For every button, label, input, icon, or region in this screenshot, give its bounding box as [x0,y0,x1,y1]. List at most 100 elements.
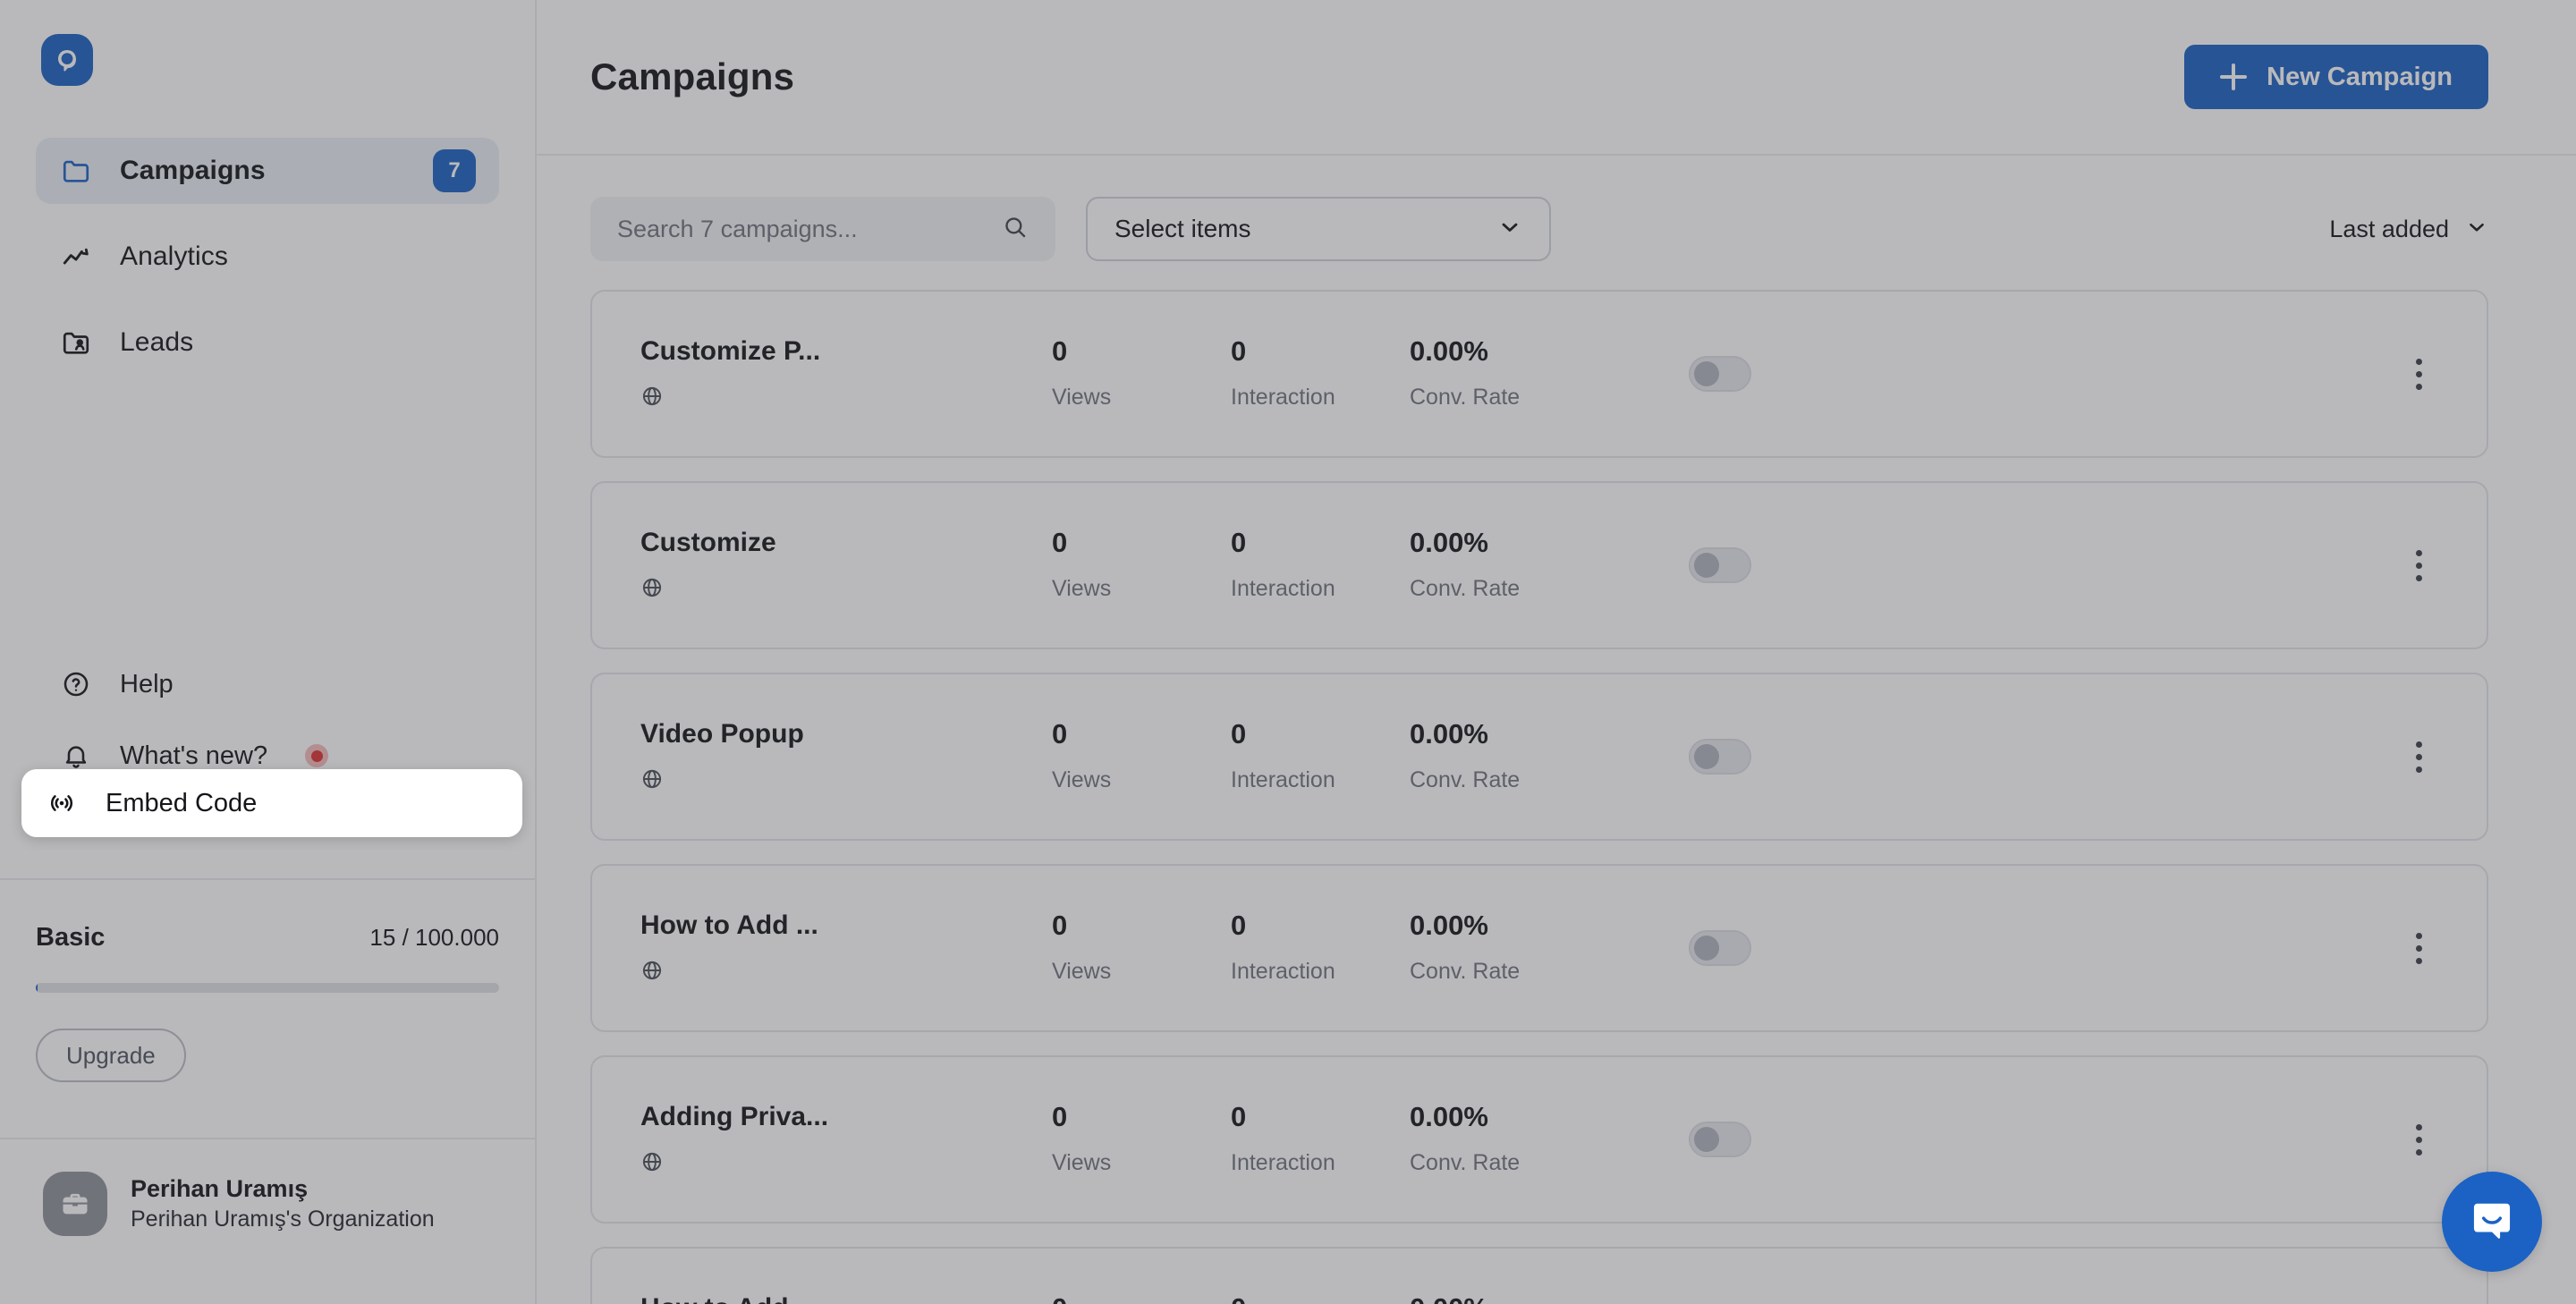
folder-icon [59,154,93,188]
question-circle-icon [59,667,93,701]
stat-conv-rate: 0.00% Conv. Rate [1410,720,1642,793]
sort-label: Last added [2329,215,2449,242]
stat-views: 0Views [1052,529,1231,602]
list-toolbar: Select items Last added [537,156,2576,261]
campaigns-count-badge: 7 [433,149,476,192]
interaction-value: 0 [1231,527,1247,559]
campaign-name-column: How to Add [640,1293,1052,1304]
campaign-status-toggle[interactable] [1689,356,1751,392]
popupsmart-logo-icon [41,34,93,86]
stat-interaction: 0Interaction [1231,720,1410,793]
views-value: 0 [1052,527,1068,559]
kebab-menu-icon[interactable] [2397,352,2440,395]
campaign-row[interactable]: Customize 0 Views 0 Interaction 0.00% Conv. Ra… [590,481,2488,649]
new-campaign-label: New Campaign [2267,62,2453,91]
sidebar-item-help[interactable]: Help [36,653,499,716]
sidebar-item-leads[interactable]: Leads [36,309,499,376]
stat-conv-rate: 0.00% Conv. Rate [1410,1103,1642,1176]
kebab-menu-icon[interactable] [2397,1118,2440,1161]
campaign-title: Customize P... [640,335,821,366]
conv-rate-value: 0.00% [1410,910,1488,942]
stat-views: 0 Views [1052,337,1231,411]
campaign-row[interactable]: How to Add0Views0Interaction0.00%Conv. R… [590,1247,2488,1304]
conv-rate-label: Conv. Rate [1410,575,1521,601]
sort-dropdown[interactable]: Last added [2329,216,2488,243]
sidebar: Campaigns 7 Analytics Leads Help What's … [0,0,537,1304]
app-root: Campaigns 7 Analytics Leads Help What's … [0,0,2576,1304]
stat-views: 0Views [1052,911,1231,985]
intercom-messenger-icon [2467,1195,2517,1249]
chevron-down-icon [2465,216,2488,243]
campaign-row[interactable]: How to Add ... 0 Views 0 Interaction 0.00% Con… [590,864,2488,1032]
utility-navigation: Help What's new? [0,653,535,787]
conv-rate-value: 0.00% [1410,335,1488,368]
sidebar-item-label: Analytics [120,241,228,271]
conv-rate-label: Conv. Rate [1410,1149,1521,1175]
intercom-messenger-button[interactable] [2442,1172,2542,1272]
stat-conv-rate: 0.00% Conv. Rate [1410,911,1642,985]
campaign-name-column: Customize P... [640,336,1052,412]
stat-interaction: 0Interaction [1231,911,1410,985]
kebab-menu-icon[interactable] [2397,544,2440,587]
page-header: Campaigns New Campaign [537,0,2576,154]
interaction-label: Interaction [1231,575,1335,601]
interaction-label: Interaction [1231,384,1335,410]
globe-icon [640,385,1052,412]
globe-icon [640,767,1052,795]
stat-interaction: 0Interaction [1231,1294,1410,1304]
campaign-status-toggle[interactable] [1689,547,1751,583]
sidebar-divider [0,878,535,880]
sidebar-item-label: Leads [120,327,194,357]
user-name: Perihan Uramış [131,1174,309,1202]
interaction-value: 0 [1231,1101,1247,1133]
stat-views: 0Views [1052,1294,1231,1304]
views-value: 0 [1052,910,1068,942]
campaign-status-toggle[interactable] [1689,739,1751,775]
campaign-status-toggle[interactable] [1689,930,1751,966]
views-label: Views [1052,384,1112,410]
campaign-row[interactable]: Customize P... 0 Views 0 Interaction 0.00% Con… [590,290,2488,458]
stat-views: 0Views [1052,720,1231,793]
kebab-menu-icon[interactable] [2397,927,2440,970]
plan-section: Basic 15 / 100.000 Upgrade [0,923,535,1082]
sidebar-item-label: Campaigns [120,156,266,185]
campaign-name-column: How to Add ... [640,910,1052,986]
folder-user-icon [59,326,93,360]
globe-icon [640,959,1052,986]
sidebar-divider [0,1138,535,1139]
views-value: 0 [1052,1101,1068,1133]
new-indicator-dot [305,744,329,767]
conv-rate-value: 0.00% [1410,1294,1642,1304]
views-value: 0 [1052,1294,1231,1304]
brand-logo[interactable] [0,0,535,86]
campaign-row[interactable]: Adding Priva... 0 Views 0 Interaction 0.00% Co… [590,1055,2488,1224]
search-icon [1002,214,1029,245]
campaign-row[interactable]: Video Popup 0 Views 0 Interaction 0.00% Conv. … [590,673,2488,841]
sidebar-item-embed-code[interactable]: Embed Code [21,769,522,837]
search-input[interactable] [617,215,1002,243]
interaction-label: Interaction [1231,958,1335,984]
trend-line-icon [59,240,93,274]
campaign-title: Customize [640,527,776,557]
plan-name: Basic [36,923,106,952]
campaign-name-column: Customize [640,528,1052,604]
user-account-switcher[interactable]: Perihan Uramış Perihan Uramış's Organiza… [0,1172,535,1236]
main-content: Campaigns New Campaign Select items [537,0,2576,1304]
new-campaign-button[interactable]: New Campaign [2184,45,2488,109]
views-value: 0 [1052,335,1068,368]
campaign-status-toggle[interactable] [1689,1122,1751,1157]
sidebar-item-label: Help [120,669,174,699]
conv-rate-label: Conv. Rate [1410,766,1521,792]
page-title: Campaigns [590,55,795,97]
campaign-title: Video Popup [640,718,804,749]
sidebar-item-campaigns[interactable]: Campaigns 7 [36,138,499,204]
primary-navigation: Campaigns 7 Analytics Leads [0,138,535,376]
select-items-dropdown[interactable]: Select items [1086,197,1551,261]
bell-icon [59,739,93,773]
upgrade-button[interactable]: Upgrade [36,1029,186,1082]
sidebar-item-analytics[interactable]: Analytics [36,224,499,290]
plan-usage: 15 / 100.000 [369,924,499,951]
interaction-value: 0 [1231,1294,1410,1304]
kebab-menu-icon[interactable] [2397,735,2440,778]
search-box[interactable] [590,197,1055,261]
